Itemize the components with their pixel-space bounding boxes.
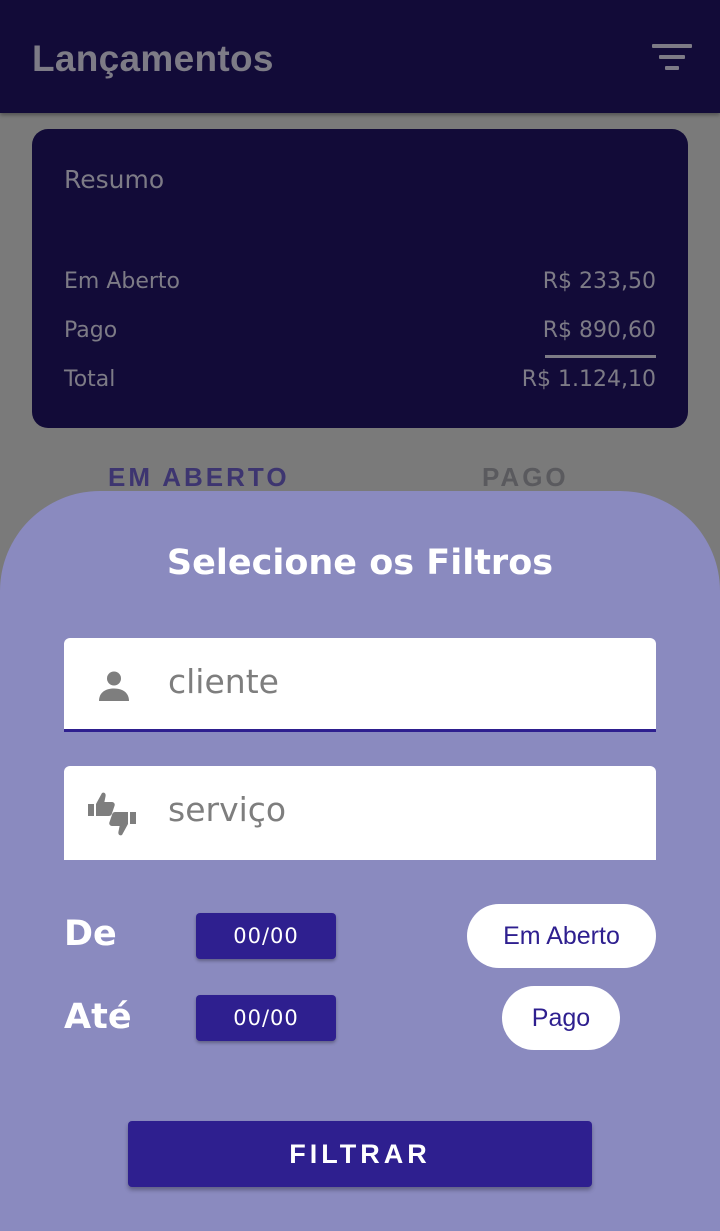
date-from-button[interactable]: 00/00 [196, 913, 336, 959]
filter-list-icon[interactable] [652, 44, 692, 72]
summary-value: R$ 890,60 [542, 318, 656, 343]
chip-pago[interactable]: Pago [502, 986, 620, 1050]
chip-em-aberto[interactable]: Em Aberto [467, 904, 656, 968]
summary-row-paid: Pago R$ 890,60 [64, 318, 656, 350]
summary-label: Pago [64, 318, 118, 343]
client-field[interactable]: cliente [64, 638, 656, 732]
summary-row-total: Total R$ 1.124,10 [64, 367, 656, 399]
summary-value: R$ 1.124,10 [521, 367, 656, 392]
date-to-label: Até [64, 997, 132, 1037]
tab-em-aberto[interactable]: EM ABERTO [108, 462, 290, 493]
summary-label: Total [64, 367, 116, 392]
service-input[interactable]: serviço [168, 790, 286, 829]
app-bar: Lançamentos [0, 0, 720, 113]
summary-value: R$ 233,50 [542, 269, 656, 294]
thumbs-up-down-icon [88, 792, 136, 836]
page-title: Lançamentos [32, 38, 274, 79]
summary-divider [545, 355, 656, 358]
filter-bottom-sheet: Selecione os Filtros cliente serviço De … [0, 491, 720, 1231]
service-field[interactable]: serviço [64, 766, 656, 860]
client-input[interactable]: cliente [168, 662, 279, 701]
sheet-title: Selecione os Filtros [166, 543, 554, 583]
summary-title: Resumo [64, 165, 165, 194]
date-to-button[interactable]: 00/00 [196, 995, 336, 1041]
summary-label: Em Aberto [64, 269, 181, 294]
filter-button[interactable]: FILTRAR [128, 1121, 592, 1187]
summary-row-open: Em Aberto R$ 233,50 [64, 269, 656, 301]
tab-pago[interactable]: PAGO [482, 462, 569, 493]
person-icon [99, 671, 129, 701]
date-from-label: De [64, 914, 117, 954]
summary-card: Resumo Em Aberto R$ 233,50 Pago R$ 890,6… [32, 129, 688, 428]
